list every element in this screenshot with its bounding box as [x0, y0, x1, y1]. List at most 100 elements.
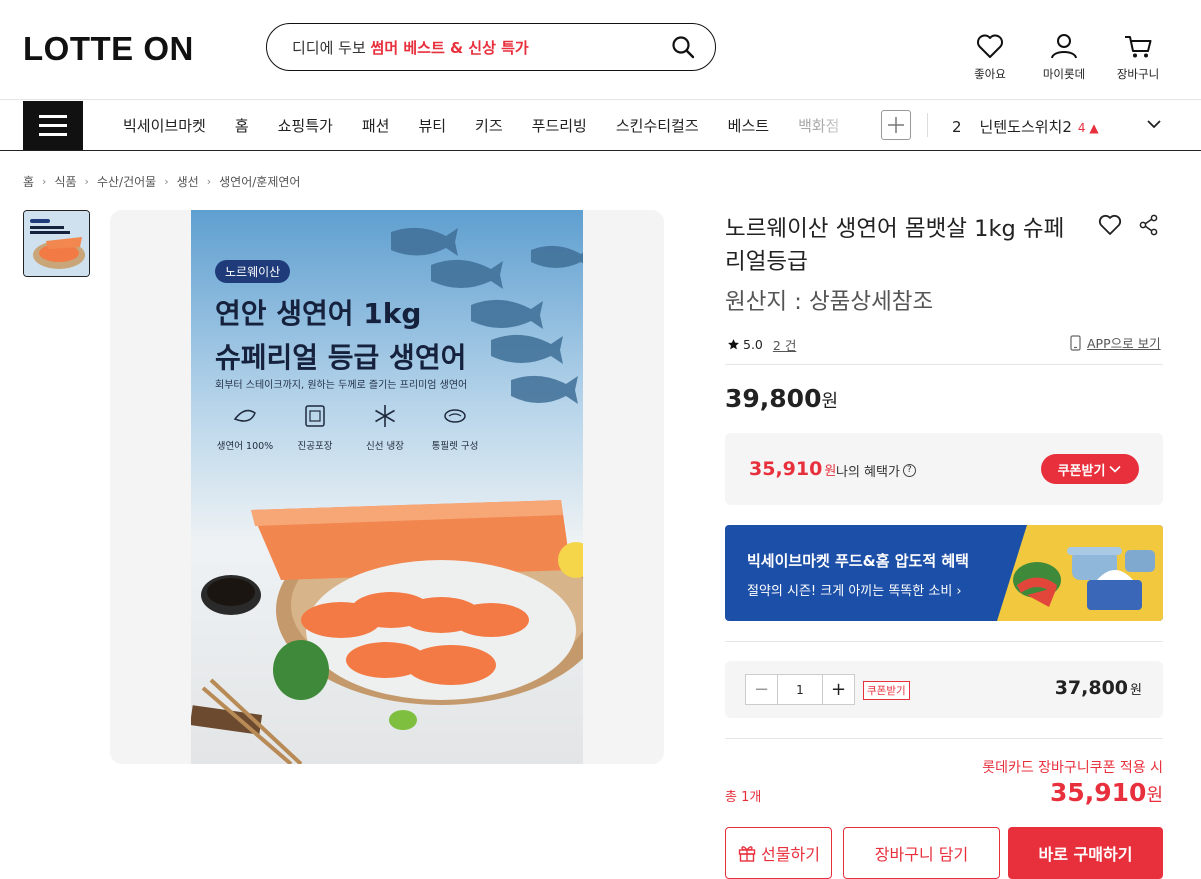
snowflake-icon: [375, 405, 395, 427]
option-row: − 1 + 쿠폰받기 37,800 원: [725, 661, 1163, 718]
logo[interactable]: LOTTE ON: [23, 30, 194, 68]
wishlist-label: 좋아요: [974, 67, 1006, 81]
chevron-right-icon: ›: [84, 175, 89, 188]
quantity-stepper: − 1 +: [745, 674, 855, 705]
feature-fillet: 통필렛 구성: [425, 403, 485, 452]
app-view-link[interactable]: APP으로 보기: [1070, 333, 1161, 352]
trending-change: 4 ▲: [1077, 121, 1099, 135]
menu-icon-bar: [39, 115, 67, 118]
breadcrumb-item[interactable]: 수산/건어물: [97, 173, 156, 190]
menu-button[interactable]: [23, 101, 83, 150]
wishlist-button[interactable]: 좋아요: [960, 33, 1020, 82]
mylotte-label: 마이롯데: [1042, 67, 1086, 81]
share-icon[interactable]: [1138, 214, 1160, 236]
cart-button[interactable]: 장바구니: [1108, 33, 1168, 82]
breadcrumb-item[interactable]: 생선: [177, 173, 199, 190]
plus-icon: [888, 117, 904, 133]
chevron-down-icon: [1109, 465, 1121, 473]
divider: [725, 641, 1163, 642]
nav-divider: [927, 113, 928, 137]
nav-item-beauty[interactable]: 뷰티: [418, 115, 446, 136]
nav-item-deals[interactable]: 쇼핑특가: [278, 115, 333, 136]
option-price-value: 37,800: [1054, 677, 1129, 699]
package-icon: [305, 405, 325, 427]
breadcrumb-item[interactable]: 생연어/훈제연어: [219, 173, 300, 190]
price-unit: 원: [1146, 785, 1163, 806]
user-icon: [1051, 34, 1077, 59]
image-title-line: 슈페리얼 등급 생연어: [215, 341, 467, 374]
chevron-right-icon: ›: [164, 175, 169, 188]
heart-icon: [977, 34, 1003, 58]
nav-item-kids[interactable]: 키즈: [475, 115, 503, 136]
promo-banner[interactable]: 빅세이브마켓 푸드&홈 압도적 혜택 절약의 시즌! 크게 아끼는 똑똑한 소비…: [725, 525, 1163, 621]
star-icon: [728, 339, 739, 350]
promo-illustration: [997, 525, 1163, 621]
nav-item-skinceuticals[interactable]: 스킨수티컬즈: [616, 115, 699, 136]
salmon-icon: [233, 409, 256, 422]
image-subtitle: 회부터 스테이크까지, 원하는 두께로 즐기는 프리미엄 생연어: [215, 380, 468, 391]
product-origin: 원산지 : 상품상세참조: [725, 289, 934, 315]
help-icon[interactable]: ?: [902, 464, 916, 477]
trending-rank: 2: [952, 118, 962, 136]
search-icon[interactable]: [671, 35, 695, 59]
menu-icon-bar: [39, 124, 67, 127]
feature-vacuum: 진공포장: [285, 403, 345, 452]
total-count: 총 1개: [725, 790, 762, 805]
price-unit: 원: [1130, 683, 1142, 698]
breadcrumb-item[interactable]: 홈: [23, 173, 34, 190]
nav-item-fashion[interactable]: 패션: [362, 115, 390, 136]
coupon-download-button[interactable]: 쿠폰받기: [1041, 454, 1139, 484]
quantity-input[interactable]: 1: [777, 675, 823, 704]
rating: 5.0 2 건: [727, 335, 796, 354]
search-input[interactable]: 디디에 두보 썸머 베스트 & 신상 특가: [266, 23, 716, 71]
nav-more-button[interactable]: [881, 110, 911, 140]
chevron-right-icon: ›: [42, 175, 47, 188]
nav-item-bigsave[interactable]: 빅세이브마켓: [123, 115, 206, 136]
benefit-box: 35,910 원 나의 혜택가? 쿠폰받기: [725, 433, 1163, 505]
fillet-icon: [444, 409, 466, 423]
nav-fade: [822, 101, 880, 150]
feature-fresh: 생연어 100%: [215, 403, 275, 452]
product-price-value: 39,800: [725, 384, 822, 413]
nav-item-best[interactable]: 베스트: [728, 115, 769, 136]
gift-button-label: 선물하기: [761, 845, 820, 864]
product-image[interactable]: 노르웨이산 연안 생연어 1kg 슈페리얼 등급 생연어 회부터 스테이크까지,…: [191, 210, 583, 764]
divider: [725, 364, 1163, 365]
product-price: 39,800원: [725, 384, 838, 413]
cart-icon: [1125, 36, 1152, 58]
image-origin-badge: 노르웨이산: [215, 260, 291, 283]
increase-button[interactable]: +: [823, 675, 854, 704]
image-title: 연안 생연어 1kg 슈페리얼 등급 생연어: [215, 292, 466, 380]
chevron-right-icon: ›: [206, 175, 212, 188]
review-count-link[interactable]: 2 건: [773, 335, 796, 354]
feature-label: 진공포장: [297, 441, 333, 452]
add-to-cart-button[interactable]: 장바구니 담기: [843, 827, 1000, 879]
product-title: 노르웨이산 생연어 몸뱃살 1kg 슈페리얼등급: [725, 216, 1065, 275]
feature-label: 통필렛 구성: [431, 441, 479, 452]
image-title-line: 연안 생연어 1kg: [215, 297, 422, 330]
benefit-label: 나의 혜택가?: [836, 461, 916, 480]
app-view-label: APP으로 보기: [1087, 336, 1161, 351]
coupon-button-label: 쿠폰받기: [1057, 463, 1106, 479]
option-coupon-tag[interactable]: 쿠폰받기: [863, 681, 910, 700]
heart-icon[interactable]: [1098, 214, 1122, 236]
nav-item-foodliving[interactable]: 푸드리빙: [532, 115, 587, 136]
product-thumbnail[interactable]: [23, 210, 90, 277]
breadcrumb-item[interactable]: 식품: [54, 173, 76, 190]
feature-label: 생연어 100%: [216, 441, 274, 452]
nav-item-home[interactable]: 홈: [235, 115, 249, 136]
decrease-button[interactable]: −: [746, 675, 777, 704]
feature-label: 신선 냉장: [366, 441, 404, 452]
option-price: 37,800 원: [1055, 677, 1142, 699]
chevron-down-icon[interactable]: [1146, 118, 1162, 130]
mylotte-button[interactable]: 마이롯데: [1034, 33, 1094, 82]
total-price: 35,910원: [1050, 778, 1163, 807]
search-placeholder: 디디에 두보 썸머 베스트 & 신상 특가: [292, 39, 529, 57]
breadcrumb: 홈 › 식품 › 수산/건어물 › 생선 › 생연어/훈제연어: [23, 173, 300, 190]
nav-items: 빅세이브마켓 홈 쇼핑특가 패션 뷰티 키즈 푸드리빙 스킨수티컬즈 베스트 백…: [123, 101, 868, 150]
trending-keyword[interactable]: 2 닌텐도스위치2 4 ▲: [952, 116, 1099, 137]
gift-button[interactable]: 선물하기: [725, 827, 832, 879]
total-price-value: 35,910: [1049, 778, 1147, 807]
trending-keyword-text: 닌텐도스위치2: [979, 118, 1072, 136]
buy-now-button[interactable]: 바로 구매하기: [1008, 827, 1163, 879]
